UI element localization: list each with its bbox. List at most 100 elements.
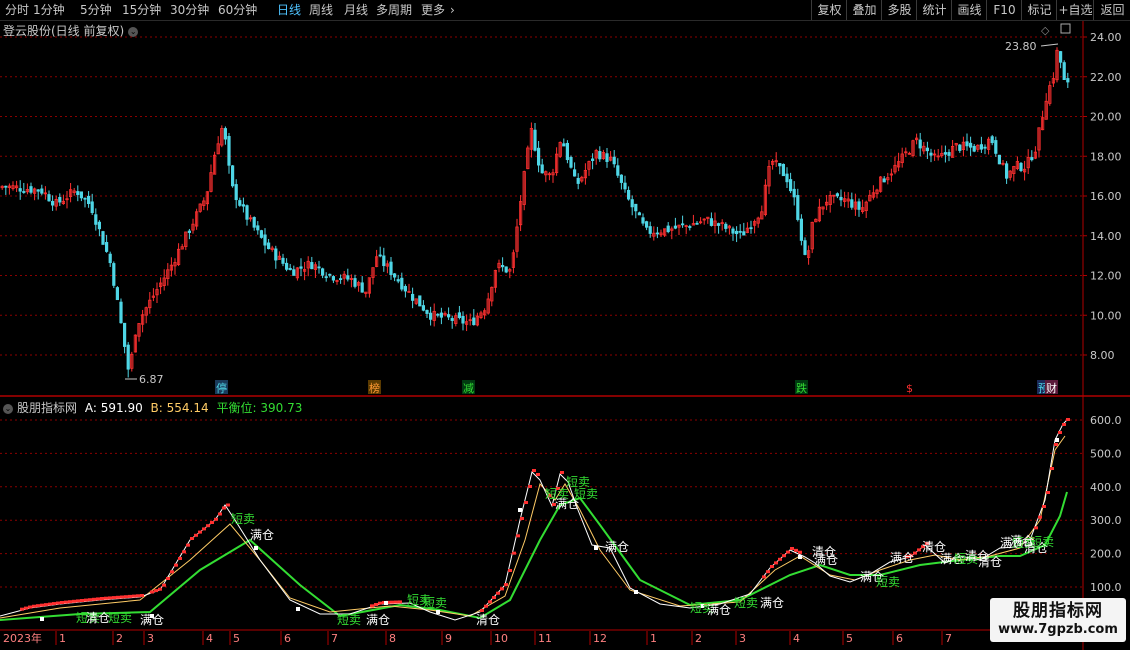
month-label: 4	[206, 632, 213, 645]
candle-body	[850, 199, 854, 208]
candle-body	[943, 152, 948, 155]
candle-body	[47, 194, 51, 202]
candle-body	[281, 257, 285, 264]
candle-body	[1062, 62, 1066, 81]
candle-body	[537, 147, 541, 166]
price-tick-label: 20.00	[1090, 111, 1122, 124]
candle-body	[418, 295, 422, 307]
indicator-red-bar	[206, 524, 210, 528]
candle-body	[781, 163, 786, 177]
indicator-red-bar	[398, 600, 402, 604]
indicator-red-bar	[1058, 431, 1062, 434]
price-tick-label: 16.00	[1090, 190, 1122, 203]
indicator-red-bar	[766, 570, 770, 574]
indicator-red-bar	[480, 609, 484, 612]
max-price-arrow	[1040, 43, 1059, 47]
candle-body	[778, 163, 782, 167]
signal-label: 短卖	[734, 596, 758, 610]
candle-body	[331, 276, 336, 281]
indicator-red-bar	[56, 601, 60, 605]
indicator-red-bar	[524, 501, 528, 504]
indicator-red-bar	[1034, 526, 1038, 530]
signal-marker	[634, 590, 638, 594]
candle-body	[223, 128, 227, 140]
candle-body	[965, 141, 969, 147]
candle-body	[792, 188, 796, 198]
signal-marker	[1055, 438, 1059, 442]
watermark-logo: 股朋指标网 www.7gpzb.com	[990, 598, 1126, 642]
candle-body	[835, 193, 840, 197]
candle-body	[504, 266, 508, 273]
candle-body	[655, 232, 660, 235]
candle-body	[717, 223, 721, 226]
signal-label: 满仓	[707, 603, 731, 617]
indicator-red-bar	[762, 575, 766, 579]
signal-label: 满仓	[760, 596, 784, 610]
indicator-red-bar	[222, 506, 226, 510]
candle-body	[446, 314, 451, 318]
candle-body	[310, 262, 314, 270]
candle-body	[979, 144, 984, 150]
indicator-red-bar	[116, 595, 120, 599]
indicator-red-bar	[374, 603, 378, 606]
candle-body	[259, 230, 264, 238]
indicator-red-bar	[20, 607, 24, 611]
indicator-red-bar	[60, 601, 64, 604]
indicator-red-bar	[198, 530, 202, 534]
signal-marker	[40, 617, 44, 621]
indicator-red-bar	[1062, 423, 1066, 426]
event-tag: 财	[1046, 381, 1057, 395]
month-label: 7	[945, 632, 952, 645]
candle-body	[389, 261, 393, 275]
indicator-red-bar	[774, 561, 778, 565]
candle-body	[97, 221, 101, 230]
candle-body	[292, 269, 296, 276]
indicator-red-bar	[100, 597, 104, 600]
indicator-red-bar	[210, 521, 214, 524]
signal-label: 短卖	[108, 611, 132, 625]
candle-body	[241, 204, 245, 207]
stock-chart[interactable]: 24.0022.0020.0018.0016.0014.0012.0010.00…	[0, 0, 1130, 650]
panel-toggle-icon	[1060, 23, 1071, 34]
candle-body	[623, 182, 627, 190]
indicator-red-bar	[174, 563, 178, 567]
indicator-red-bar	[68, 600, 72, 604]
candle-body	[227, 136, 231, 166]
candle-body	[681, 223, 685, 226]
candle-body	[789, 179, 793, 192]
candle-body	[796, 195, 800, 220]
candle-body	[709, 218, 714, 226]
indicator-red-bar	[1042, 505, 1046, 508]
candle-body	[500, 265, 505, 268]
indicator-tick-label: 400.0	[1090, 481, 1122, 494]
candle-body	[320, 268, 325, 276]
candle-body	[461, 315, 465, 324]
candle-body	[742, 231, 746, 236]
candle-body	[738, 230, 742, 233]
indicator-red-bar	[226, 503, 230, 507]
candle-body	[540, 164, 544, 174]
candle-body	[410, 293, 415, 301]
indicator-red-bar	[52, 602, 56, 606]
candle-body	[641, 217, 645, 224]
candle-body	[1005, 163, 1009, 179]
indicator-red-bar	[1038, 515, 1042, 519]
candle-body	[79, 191, 83, 199]
event-tag: 跌	[796, 381, 807, 395]
month-label: 3	[147, 632, 154, 645]
candle-body	[274, 248, 278, 261]
indicator-tick-label: 200.0	[1090, 548, 1122, 561]
candle-body	[576, 177, 580, 184]
candle-body	[252, 217, 256, 228]
candle-body	[101, 231, 105, 245]
indicator-red-bar	[84, 598, 88, 602]
candle-body	[803, 240, 807, 255]
signal-marker	[296, 607, 300, 611]
indicator-red-bar	[104, 596, 108, 600]
signal-label: 短卖	[574, 487, 598, 501]
indicator-red-bar	[194, 533, 198, 537]
price-tick-label: 10.00	[1090, 309, 1122, 322]
candle-body	[616, 165, 620, 176]
candle-body	[403, 286, 408, 292]
price-tick-label: 22.00	[1090, 71, 1122, 84]
